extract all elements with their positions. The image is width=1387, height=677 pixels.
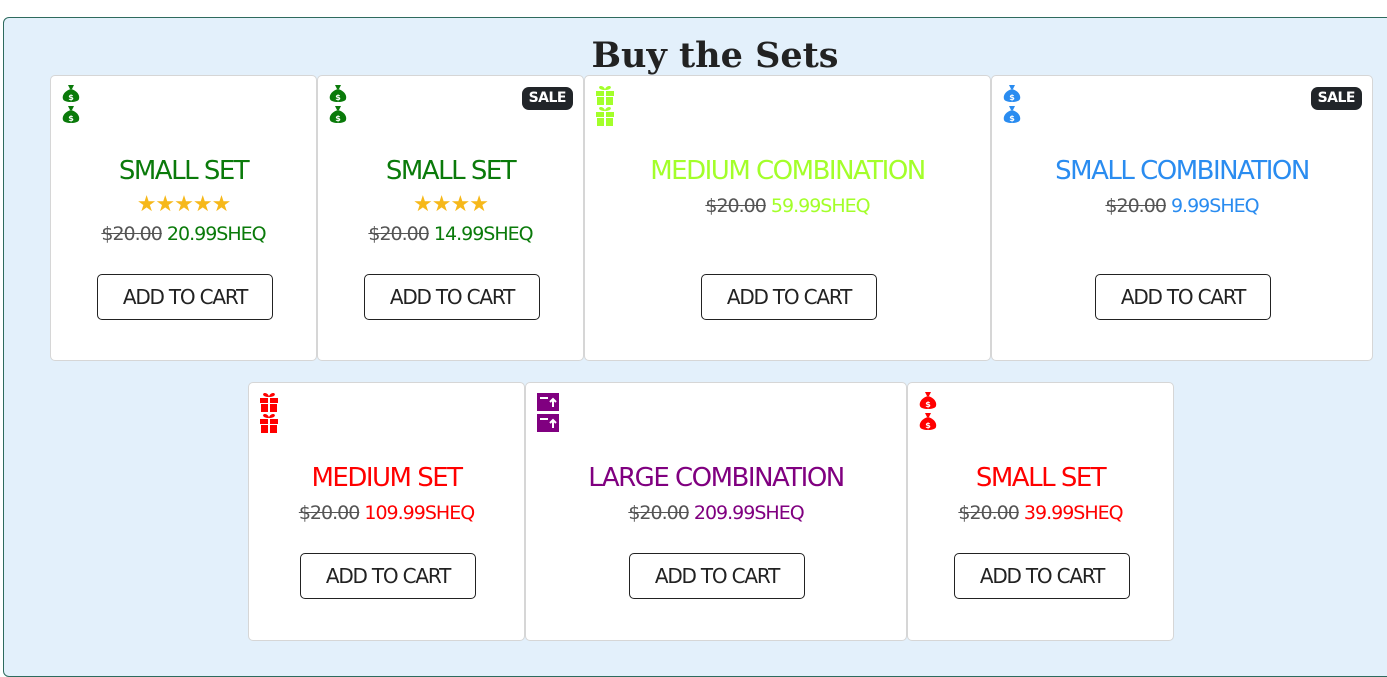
svg-text:$: $ bbox=[335, 93, 341, 102]
price-row: $20.00 59.99SHEQ bbox=[585, 193, 990, 219]
svg-text:$: $ bbox=[335, 114, 341, 123]
product-title: SMALL SET bbox=[118, 156, 250, 186]
original-price: $20.00 bbox=[368, 223, 429, 245]
product-card: LARGE COMBINATION $20.00 209.99SHEQ ADD TO… bbox=[525, 382, 907, 641]
money-bag-icon: $ $ bbox=[61, 84, 81, 128]
add-to-cart-button[interactable]: ADD TO CART bbox=[954, 553, 1130, 599]
product-card: MEDIUM COMBINATION $20.00 59.99SHEQ ADD TO… bbox=[584, 75, 991, 361]
sale-badge: SALE bbox=[521, 87, 573, 110]
svg-text:$: $ bbox=[1009, 114, 1015, 123]
svg-text:$: $ bbox=[68, 114, 74, 123]
add-to-cart-button[interactable]: ADD TO CART bbox=[629, 553, 805, 599]
product-title: SMALL SET bbox=[975, 463, 1107, 493]
gift-icon bbox=[595, 84, 615, 128]
product-card: $ $ SMALL SET $20.00 39.99SHEQ ADD TO CART bbox=[907, 382, 1174, 641]
section-title: Buy the Sets bbox=[591, 35, 839, 76]
sale-badge: SALE bbox=[1310, 87, 1362, 110]
add-to-cart-button[interactable]: ADD TO CART bbox=[1095, 274, 1271, 320]
gift-icon bbox=[259, 391, 279, 435]
svg-text:$: $ bbox=[68, 93, 74, 102]
sale-price: 59.99SHEQ bbox=[770, 195, 871, 217]
original-price: $20.00 bbox=[298, 502, 360, 524]
sale-price: 209.99SHEQ bbox=[693, 502, 805, 524]
product-card: $ $ SALE SMALL COMBINATION $20.00 9.99SHEQ AD… bbox=[991, 75, 1373, 361]
svg-text:$: $ bbox=[1009, 93, 1015, 102]
star-rating: ★★★★ bbox=[413, 192, 489, 217]
money-bag-icon: $ $ bbox=[328, 84, 348, 128]
product-title: MEDIUM SET bbox=[311, 463, 463, 493]
sale-price: 14.99SHEQ bbox=[433, 223, 534, 245]
add-to-cart-button[interactable]: ADD TO CART bbox=[364, 274, 540, 320]
price-row: $20.00 9.99SHEQ bbox=[992, 193, 1372, 219]
product-title: LARGE COMBINATION bbox=[588, 463, 845, 493]
price-row: $20.00 39.99SHEQ bbox=[908, 500, 1173, 526]
star-rating: ★★★★★ bbox=[136, 192, 232, 217]
add-to-cart-button[interactable]: ADD TO CART bbox=[97, 274, 273, 320]
product-card: MEDIUM SET $20.00 109.99SHEQ ADD TO CART bbox=[248, 382, 525, 641]
original-price: $20.00 bbox=[101, 223, 162, 245]
product-card: $ $ SALE SMALL SET ★★★★ $20.00 14.99SHEQ ADD T… bbox=[317, 75, 584, 361]
original-price: $20.00 bbox=[628, 502, 689, 524]
original-price: $20.00 bbox=[705, 195, 766, 217]
original-price: $20.00 bbox=[958, 502, 1019, 524]
product-title: MEDIUM COMBINATION bbox=[650, 156, 926, 186]
sale-price: 20.99SHEQ bbox=[166, 223, 267, 245]
price-row: $20.00 209.99SHEQ bbox=[526, 500, 906, 526]
price-row: $20.00 14.99SHEQ bbox=[318, 221, 583, 247]
product-card: $ $ SMALL SET ★★★★★ $20.00 20.99SHEQ ADD TO C… bbox=[50, 75, 317, 361]
sale-price: 109.99SHEQ bbox=[364, 502, 475, 524]
box-upload-icon bbox=[536, 391, 559, 435]
add-to-cart-button[interactable]: ADD TO CART bbox=[300, 553, 476, 599]
product-title: SMALL COMBINATION bbox=[1055, 156, 1310, 186]
money-bag-icon: $ $ bbox=[918, 391, 938, 435]
price-row: $20.00 20.99SHEQ bbox=[51, 221, 316, 247]
money-bag-icon: $ $ bbox=[1002, 84, 1022, 128]
product-title: SMALL SET bbox=[385, 156, 517, 186]
svg-text:$: $ bbox=[925, 400, 931, 409]
svg-text:$: $ bbox=[925, 421, 931, 430]
add-to-cart-button[interactable]: ADD TO CART bbox=[701, 274, 877, 320]
original-price: $20.00 bbox=[1105, 195, 1166, 217]
sale-price: 39.99SHEQ bbox=[1023, 502, 1124, 524]
price-row: $20.00 109.99SHEQ bbox=[249, 500, 524, 526]
sale-price: 9.99SHEQ bbox=[1170, 195, 1260, 217]
